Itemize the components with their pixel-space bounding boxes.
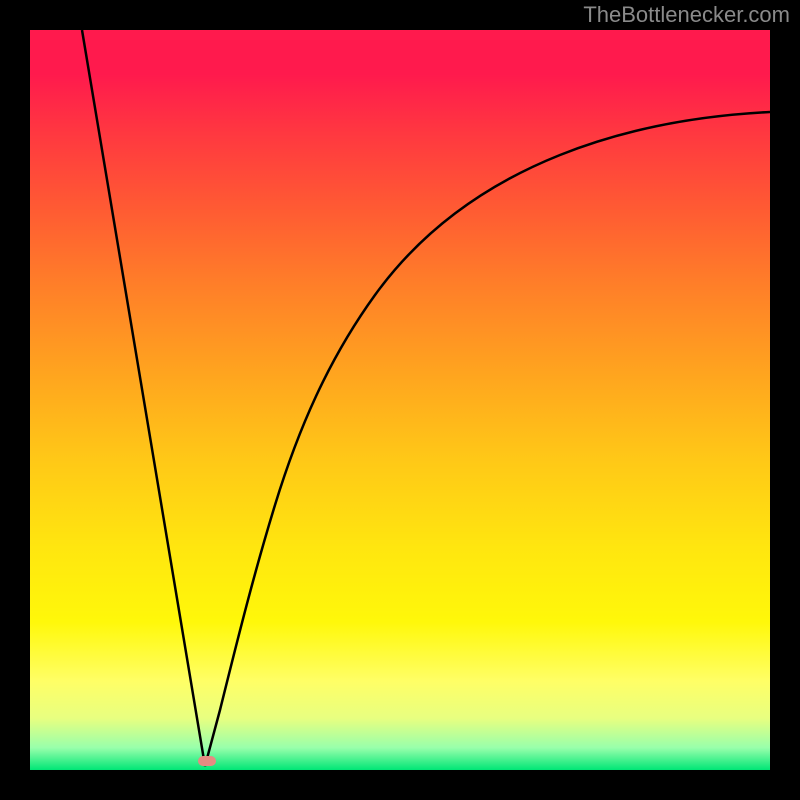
curve-path [82, 30, 770, 766]
chart-frame: TheBottlenecker.com [0, 0, 800, 800]
bottleneck-curve [30, 30, 770, 770]
optimal-point-marker [198, 756, 216, 766]
watermark-text: TheBottlenecker.com [583, 2, 790, 28]
